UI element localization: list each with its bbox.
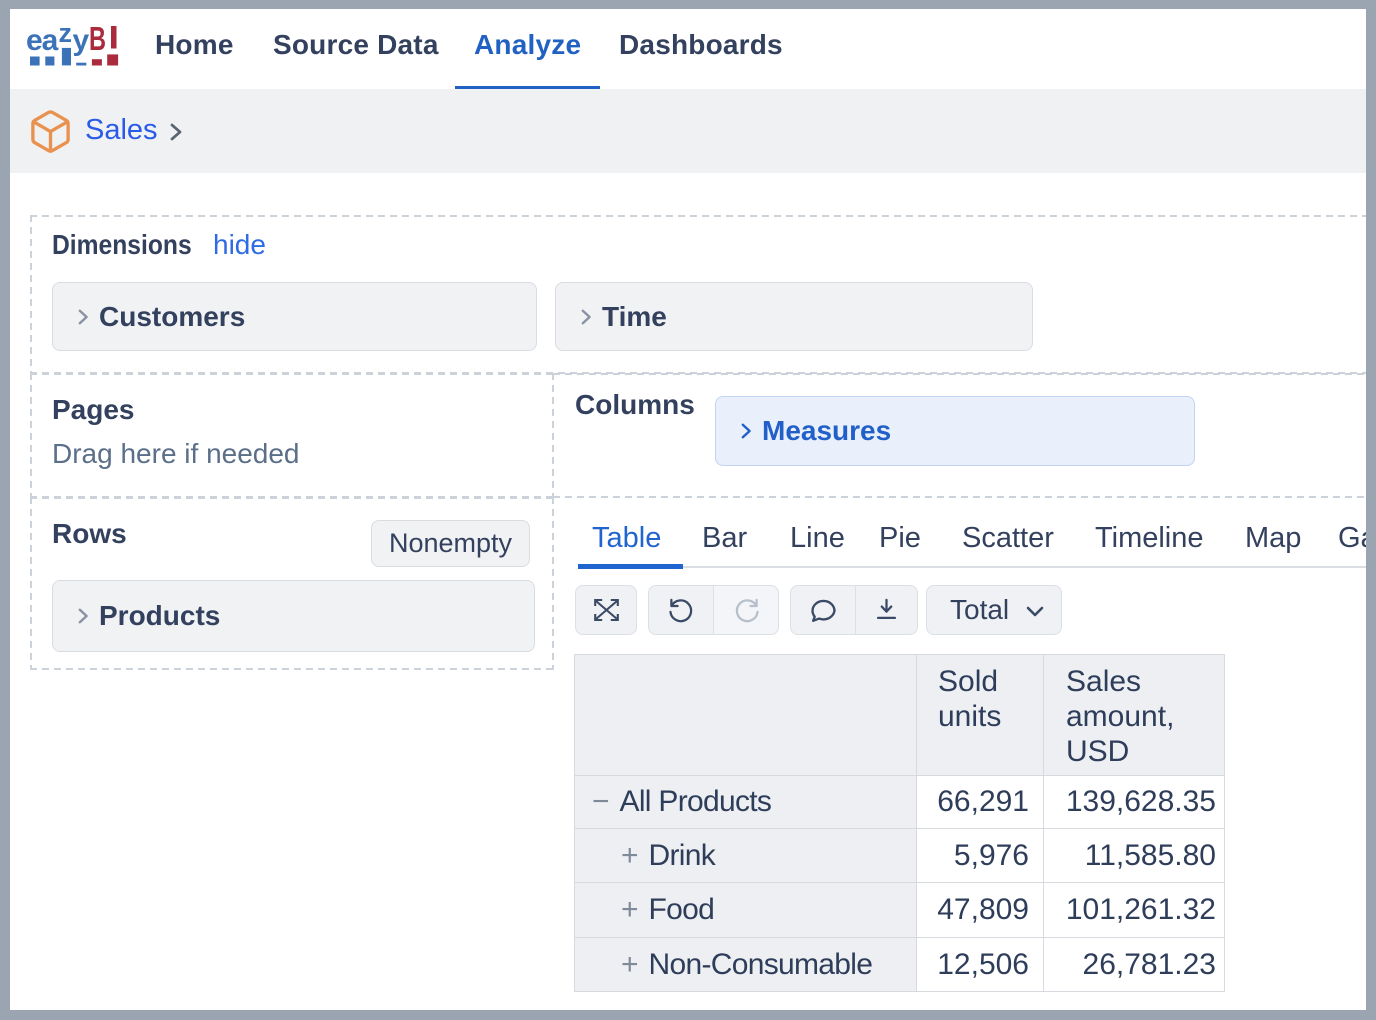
svg-text:B: B	[89, 23, 106, 57]
svg-text:y: y	[73, 24, 90, 57]
svg-text:ea: ea	[27, 24, 59, 57]
svg-text:z: z	[59, 23, 73, 48]
